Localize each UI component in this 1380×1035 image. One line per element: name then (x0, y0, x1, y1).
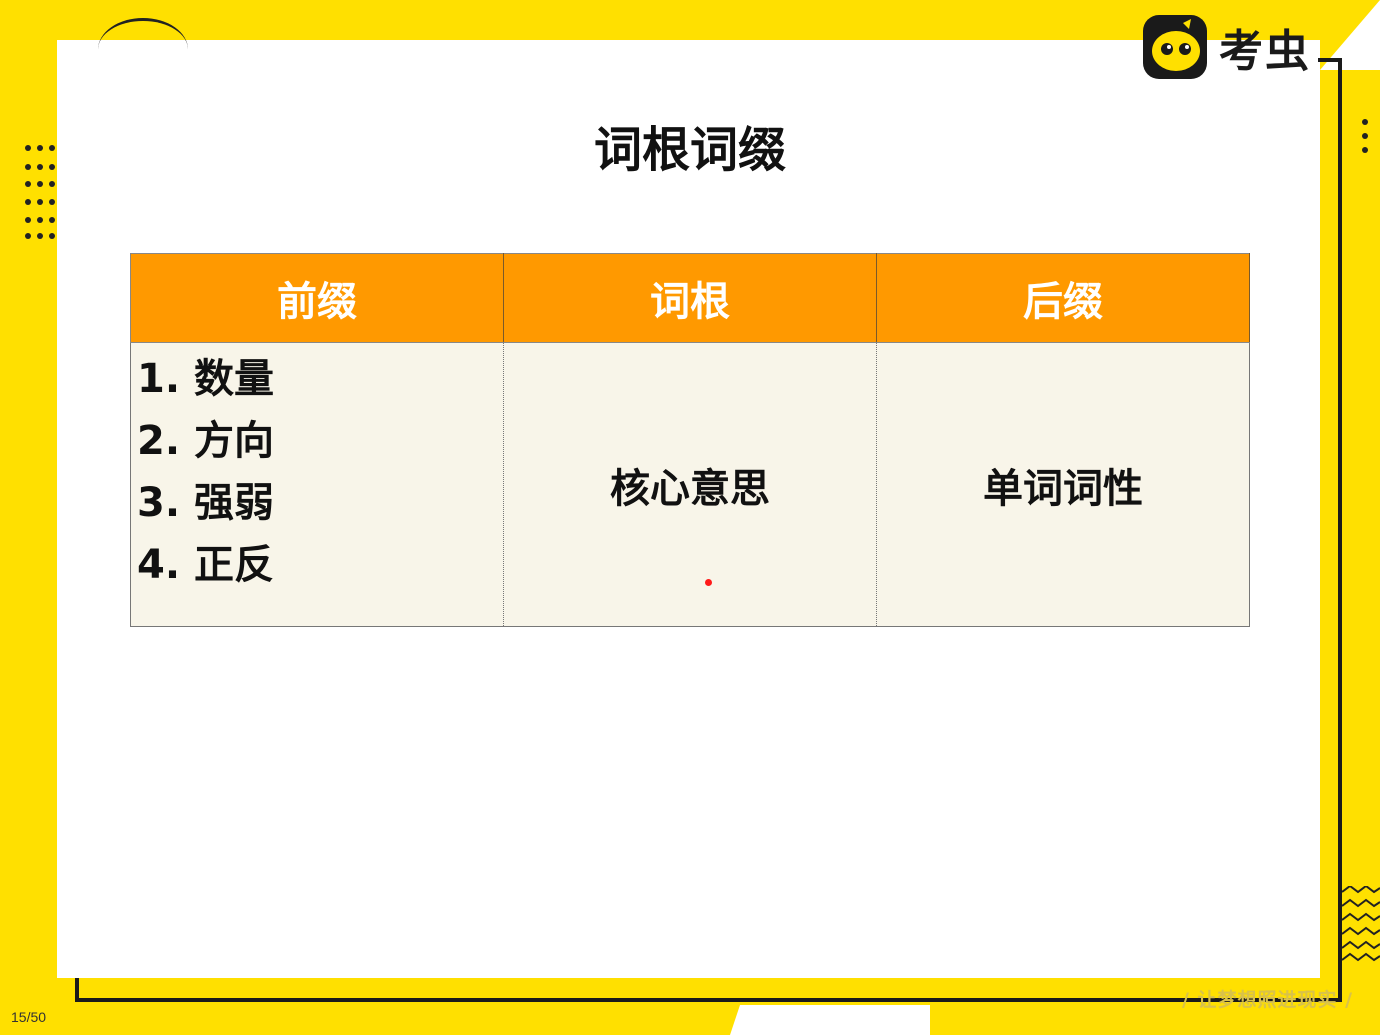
prefix-item: 4. 正反 (137, 542, 274, 588)
prefix-item: 3. 强弱 (137, 480, 274, 526)
slogan: / 让梦想照进现实 / (1182, 989, 1354, 1011)
frame-line-bottom (78, 998, 1342, 1002)
prefix-item: 2. 方向 (137, 418, 274, 464)
page-title: 词根词缀 (593, 122, 786, 178)
affix-table: 前缀 词根 后缀 1. 数量 2. 方向 3. 强弱 4. 正反 核心意思 单词… (130, 253, 1250, 627)
root-cell: 核心意思 (503, 342, 877, 627)
frame-line-top-stub (1318, 58, 1342, 62)
brand-logo: 考虫 (1143, 14, 1311, 80)
header-root: 词根 (503, 253, 877, 343)
frame-line-left-stub (75, 978, 79, 1002)
header-suffix: 后缀 (876, 253, 1250, 343)
page-counter: 15/50 (11, 1009, 47, 1025)
table-header-row: 前缀 词根 后缀 (130, 253, 1250, 343)
bee-face-icon (1143, 15, 1207, 79)
prefix-cell: 1. 数量 2. 方向 3. 强弱 4. 正反 (130, 342, 504, 627)
header-prefix: 前缀 (130, 253, 504, 343)
prefix-item: 1. 数量 (137, 356, 274, 402)
laser-pointer-dot (705, 579, 712, 586)
brand-name: 考虫 (1219, 26, 1311, 77)
prefix-list: 1. 数量 2. 方向 3. 强弱 4. 正反 (137, 353, 503, 601)
decorative-arc (98, 18, 188, 81)
decorative-wedge-bottom (730, 1005, 930, 1035)
table-row: 1. 数量 2. 方向 3. 强弱 4. 正反 核心意思 单词词性 (130, 342, 1250, 627)
frame-line-right (1338, 60, 1342, 1000)
decorative-zigzag (1342, 886, 1380, 962)
suffix-cell: 单词词性 (876, 342, 1250, 627)
